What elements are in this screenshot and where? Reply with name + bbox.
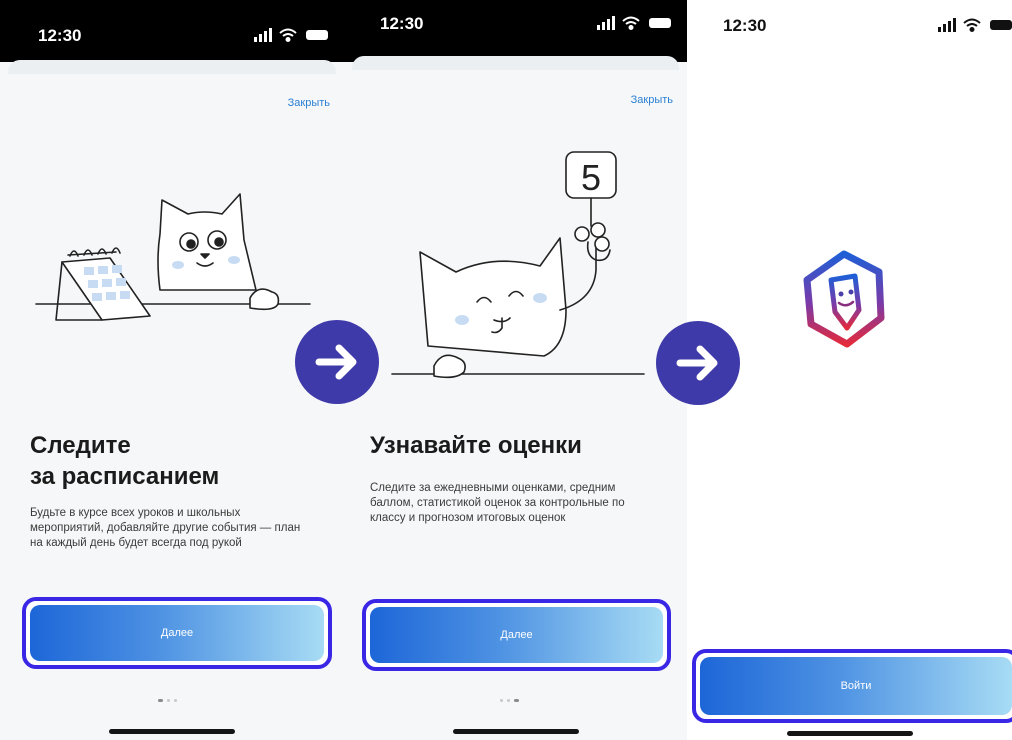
page-indicator (158, 699, 188, 703)
page-title: Узнавайте оценки (370, 432, 582, 459)
next-button-highlight: Далее (22, 597, 332, 669)
title-line-1: Следите (30, 432, 131, 459)
status-icons (938, 18, 1012, 32)
arrow-right-icon (315, 344, 357, 380)
cat-grade-illustration: 5 (391, 151, 645, 379)
wifi-icon (279, 28, 297, 42)
status-bar: 12:30 (0, 0, 344, 62)
signal-icon (938, 18, 956, 32)
onboarding-screen-grades: 12:30 Закрыть 5 Узнавайте оценки Следите… (344, 0, 687, 740)
signal-icon (254, 28, 272, 42)
status-bar: 12:30 (344, 0, 687, 62)
login-button-highlight: Войти (692, 649, 1012, 723)
battery-icon (990, 20, 1012, 30)
status-icons (597, 16, 671, 30)
status-time: 12:30 (723, 16, 767, 35)
page-indicator (500, 699, 530, 703)
cat-calendar-illustration (35, 193, 311, 321)
onboarding-screen-schedule: 12:30 Закрыть Следите за расписанием Буд… (0, 0, 344, 740)
grade-sign-number: 5 (581, 157, 601, 198)
home-indicator (786, 731, 913, 736)
sheet-top (8, 60, 336, 74)
wifi-icon (622, 16, 640, 30)
flow-arrow-2 (656, 321, 740, 405)
next-button[interactable]: Далее (370, 607, 663, 663)
arrow-right-icon (676, 345, 718, 381)
signal-icon (597, 16, 615, 30)
battery-icon (306, 30, 328, 40)
status-time: 12:30 (38, 26, 82, 45)
status-time: 12:30 (380, 14, 424, 33)
description: Будьте в курсе всех уроков и школьных ме… (30, 507, 301, 549)
home-indicator (452, 729, 579, 734)
title-line-2: за расписанием (30, 463, 220, 490)
next-button[interactable]: Далее (30, 605, 324, 661)
close-link[interactable]: Закрыть (288, 97, 330, 109)
description: Следите за ежедневными оценками, средним… (370, 482, 625, 524)
status-icons (254, 28, 328, 42)
battery-icon (649, 18, 671, 28)
close-link[interactable]: Закрыть (631, 94, 673, 106)
flow-arrow-1 (295, 320, 379, 404)
app-logo-icon (803, 250, 885, 348)
status-bar: 12:30 (687, 0, 1012, 62)
sheet-top (352, 56, 679, 70)
home-indicator (109, 729, 235, 734)
page-title: Следите за расписанием (30, 430, 320, 492)
login-button[interactable]: Войти (700, 657, 1012, 715)
wifi-icon (963, 18, 981, 32)
next-button-highlight: Далее (362, 599, 671, 671)
